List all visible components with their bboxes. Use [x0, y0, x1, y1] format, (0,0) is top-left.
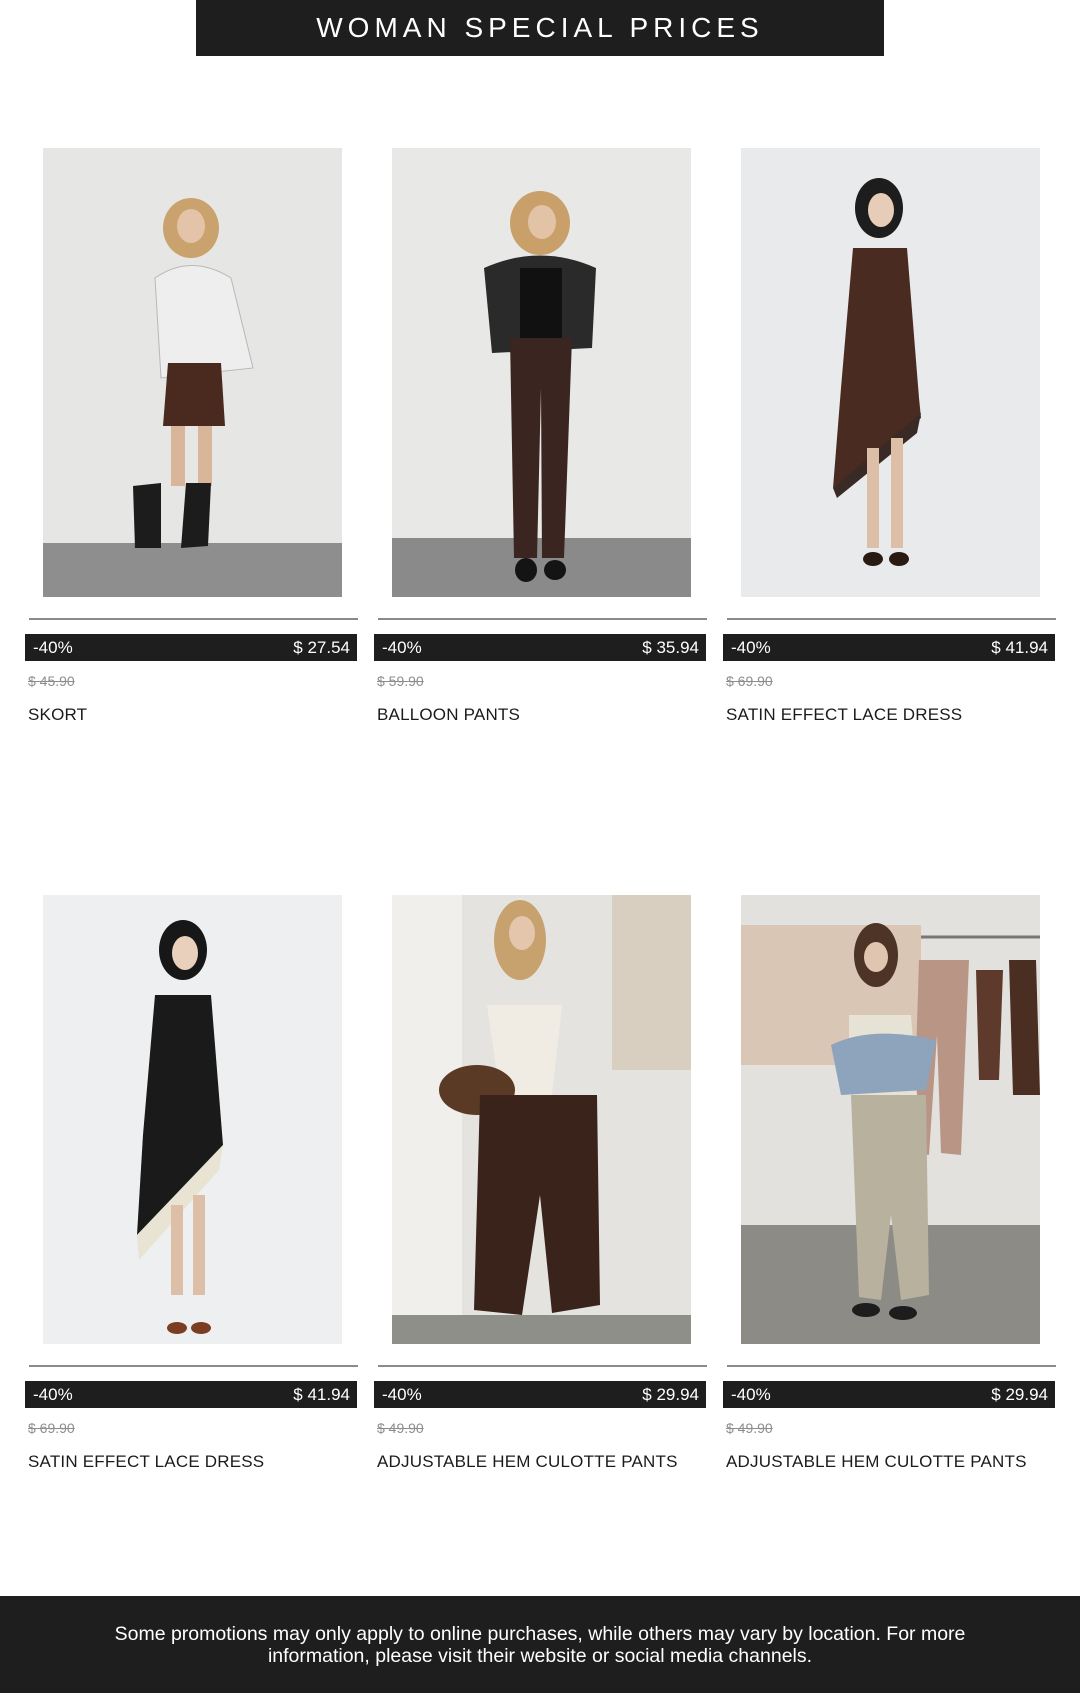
product-name[interactable]: ADJUSTABLE HEM CULOTTE PANTS	[377, 1452, 678, 1472]
divider	[29, 1365, 358, 1367]
product-image[interactable]	[43, 895, 342, 1344]
product-card[interactable]: -40% $ 35.94 $ 59.90 BALLOON PANTS	[374, 148, 707, 738]
divider	[378, 618, 707, 620]
product-card[interactable]: -40% $ 29.94 $ 49.90 ADJUSTABLE HEM CULO…	[374, 895, 707, 1485]
divider	[727, 1365, 1056, 1367]
price-bar: -40% $ 29.94	[374, 1381, 706, 1408]
divider	[29, 618, 358, 620]
sale-price: $ 35.94	[642, 637, 699, 657]
product-image[interactable]	[43, 148, 342, 597]
price-bar: -40% $ 27.54	[25, 634, 357, 661]
divider	[727, 618, 1056, 620]
price-bar: -40% $ 41.94	[25, 1381, 357, 1408]
sale-price: $ 41.94	[991, 637, 1048, 657]
price-bar: -40% $ 35.94	[374, 634, 706, 661]
sale-price: $ 27.54	[293, 637, 350, 657]
product-image[interactable]	[741, 895, 1040, 1344]
original-price: $ 59.90	[377, 673, 424, 689]
product-card[interactable]: -40% $ 27.54 $ 45.90 SKORT	[25, 148, 358, 738]
product-name[interactable]: BALLOON PANTS	[377, 705, 520, 725]
discount-badge: -40%	[731, 1384, 771, 1404]
product-name[interactable]: SKORT	[28, 705, 87, 725]
product-card[interactable]: -40% $ 41.94 $ 69.90 SATIN EFFECT LACE D…	[723, 148, 1056, 738]
product-name[interactable]: SATIN EFFECT LACE DRESS	[28, 1452, 264, 1472]
original-price: $ 49.90	[726, 1420, 773, 1436]
footer-disclaimer: Some promotions may only apply to online…	[0, 1596, 1080, 1693]
discount-badge: -40%	[382, 1384, 422, 1404]
original-price: $ 49.90	[377, 1420, 424, 1436]
sale-price: $ 41.94	[293, 1384, 350, 1404]
discount-badge: -40%	[382, 637, 422, 657]
divider	[378, 1365, 707, 1367]
price-bar: -40% $ 41.94	[723, 634, 1055, 661]
original-price: $ 69.90	[28, 1420, 75, 1436]
discount-badge: -40%	[33, 1384, 73, 1404]
product-name[interactable]: ADJUSTABLE HEM CULOTTE PANTS	[726, 1452, 1027, 1472]
product-image[interactable]	[392, 148, 691, 597]
page-title-banner: WOMAN SPECIAL PRICES	[196, 0, 884, 56]
discount-badge: -40%	[33, 637, 73, 657]
original-price: $ 69.90	[726, 673, 773, 689]
product-name[interactable]: SATIN EFFECT LACE DRESS	[726, 705, 962, 725]
product-image[interactable]	[741, 148, 1040, 597]
sale-price: $ 29.94	[642, 1384, 699, 1404]
sale-price: $ 29.94	[991, 1384, 1048, 1404]
product-image[interactable]	[392, 895, 691, 1344]
price-bar: -40% $ 29.94	[723, 1381, 1055, 1408]
original-price: $ 45.90	[28, 673, 75, 689]
product-card[interactable]: -40% $ 29.94 $ 49.90 ADJUSTABLE HEM CULO…	[723, 895, 1056, 1485]
discount-badge: -40%	[731, 637, 771, 657]
disclaimer-text: Some promotions may only apply to online…	[114, 1622, 966, 1667]
page-title: WOMAN SPECIAL PRICES	[316, 12, 764, 43]
product-card[interactable]: -40% $ 41.94 $ 69.90 SATIN EFFECT LACE D…	[25, 895, 358, 1485]
